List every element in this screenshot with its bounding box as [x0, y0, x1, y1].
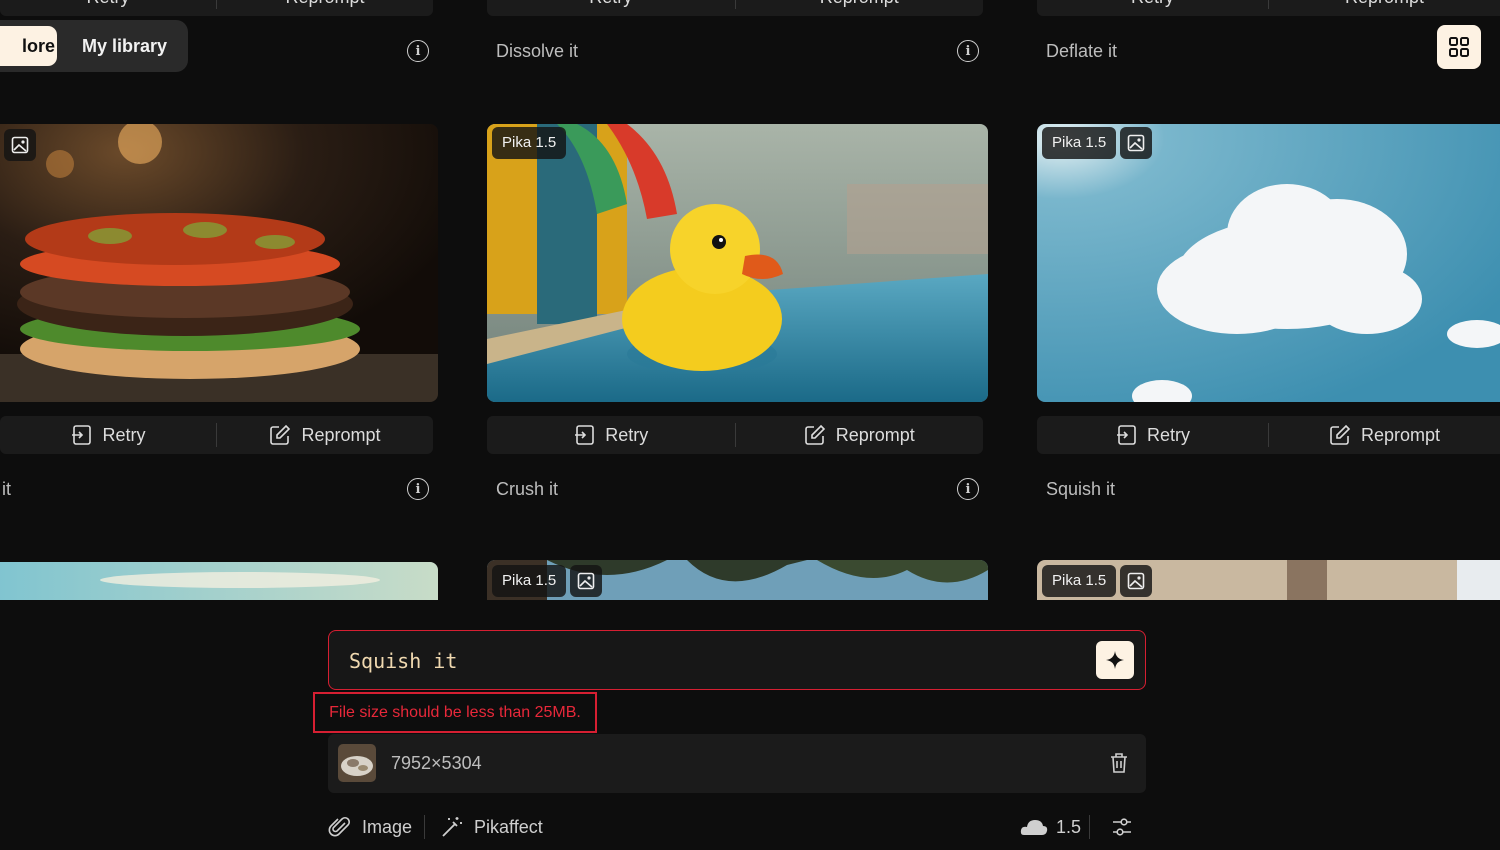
caption-dissolve: Dissolve it [496, 41, 579, 61]
video-thumbnail-sky[interactable] [0, 562, 438, 600]
grid-view-button[interactable] [1437, 25, 1481, 69]
grid-icon [1449, 37, 1469, 57]
action-bar-3: Retry Reprompt [1037, 416, 1500, 454]
attachment-image [338, 744, 376, 782]
retry-icon [575, 425, 595, 445]
cloud-model-icon [1020, 820, 1048, 835]
attachment-dimensions: 7952×5304 [391, 753, 482, 773]
retry-icon [72, 425, 92, 445]
reprompt-button[interactable]: Reprompt [217, 416, 433, 454]
top-action-bar-2: Retry Reprompt [487, 0, 983, 16]
reprompt-button[interactable]: Reprompt [736, 416, 984, 454]
error-message: File size should be less than 25MB. [313, 692, 597, 733]
prompt-input[interactable]: Squish it [349, 649, 457, 673]
view-toggle: lore My library [0, 20, 188, 72]
sky-image [0, 562, 438, 600]
model-badge: Pika 1.5 [1042, 565, 1117, 597]
action-bar-2: Retry Reprompt [487, 416, 983, 454]
video-thumbnail-burger[interactable] [0, 124, 438, 402]
tab-my-library[interactable]: My library [72, 26, 177, 66]
video-thumbnail-cloud[interactable]: Pika 1.5 [1037, 124, 1500, 402]
model-badge: Pika 1.5 [492, 127, 567, 159]
model-badge: Pika 1.5 [492, 565, 567, 597]
info-icon[interactable]: i [407, 478, 429, 500]
attachment-thumbnail [338, 744, 376, 782]
cloud-image [1037, 124, 1500, 402]
image-icon [1120, 127, 1153, 159]
info-icon[interactable]: i [957, 478, 979, 500]
video-thumbnail-duck[interactable]: Pika 1.5 [487, 124, 988, 402]
retry-button[interactable]: Retry [487, 416, 735, 454]
retry-button[interactable]: Retry [1037, 416, 1268, 454]
trash-icon [1111, 753, 1127, 773]
pikaffect-button[interactable]: Pikaffect [440, 814, 543, 840]
info-icon[interactable]: i [957, 40, 979, 62]
image-icon [1120, 565, 1153, 597]
top-retry-button[interactable]: Retry [0, 0, 216, 16]
image-icon [570, 565, 603, 597]
reprompt-button[interactable]: Reprompt [1269, 416, 1500, 454]
caption-crush: Crush it [496, 479, 559, 499]
info-icon[interactable]: i [407, 40, 429, 62]
generate-button[interactable] [1096, 641, 1134, 679]
action-bar-1: Retry Reprompt [0, 416, 433, 454]
top-action-bar-3: Retry Reprompt [1037, 0, 1500, 16]
sparkle-icon [1106, 651, 1124, 669]
tab-explore[interactable]: lore [0, 26, 57, 66]
top-action-bar-1: Retry Reprompt [0, 0, 433, 16]
video-thumbnail-room[interactable]: Pika 1.5 [1037, 560, 1500, 600]
top-retry-button[interactable]: Retry [487, 0, 735, 16]
top-reprompt-button[interactable]: Reprompt [1269, 0, 1500, 16]
attachment-row: 7952×5304 [328, 734, 1146, 793]
sliders-icon [1113, 818, 1131, 836]
retry-button[interactable]: Retry [0, 416, 216, 454]
edit-icon [804, 424, 825, 445]
edit-icon [1330, 424, 1351, 445]
image-icon [4, 129, 36, 161]
top-reprompt-button[interactable]: Reprompt [736, 0, 984, 16]
duck-image [487, 124, 988, 402]
image-upload-button[interactable]: Image [328, 814, 412, 840]
caption-squish: Squish it [1046, 479, 1116, 499]
caption-partial: it [2, 479, 11, 499]
caption-deflate: Deflate it [1046, 41, 1118, 61]
paperclip-icon [328, 816, 351, 837]
magic-wand-icon [442, 817, 462, 837]
prompt-input-box[interactable]: Squish it [328, 630, 1146, 690]
model-selector[interactable]: 1.5 [1020, 814, 1081, 840]
settings-button[interactable] [1110, 815, 1134, 839]
burger-image [0, 124, 438, 402]
model-badge: Pika 1.5 [1042, 127, 1117, 159]
delete-attachment-button[interactable] [1106, 750, 1132, 776]
video-thumbnail-trees[interactable]: Pika 1.5 [487, 560, 988, 600]
top-reprompt-button[interactable]: Reprompt [217, 0, 433, 16]
edit-icon [270, 424, 291, 445]
retry-icon [1116, 425, 1136, 445]
top-retry-button[interactable]: Retry [1037, 0, 1268, 16]
